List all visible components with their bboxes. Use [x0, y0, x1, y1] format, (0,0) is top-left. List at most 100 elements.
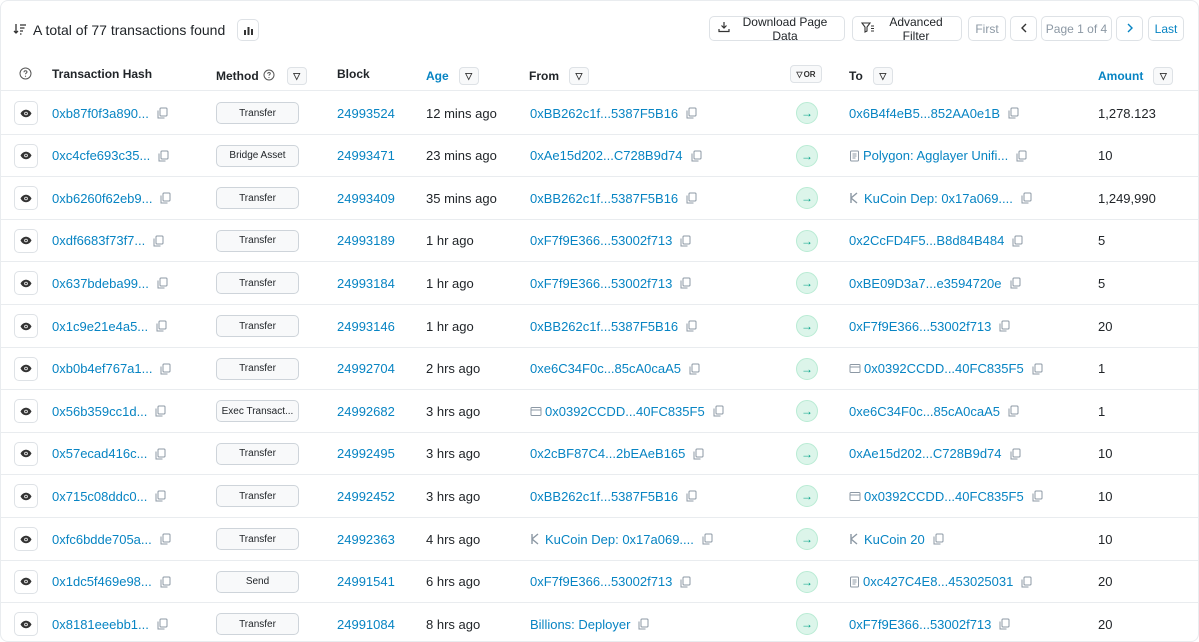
eye-icon[interactable] [14, 484, 38, 509]
copy-icon[interactable] [1032, 363, 1043, 375]
to-address-link[interactable]: 0xBE09D3a7...e3594720e [849, 276, 1002, 291]
transaction-hash-link[interactable]: 0x715c08ddc0... [52, 489, 147, 504]
chart-icon[interactable] [237, 19, 260, 41]
last-page-button[interactable]: Last [1148, 16, 1184, 41]
copy-icon[interactable] [680, 576, 691, 588]
copy-icon[interactable] [157, 277, 168, 289]
block-link[interactable]: 24993189 [337, 233, 395, 248]
method-filter-icon[interactable]: ▽ [286, 67, 307, 85]
copy-icon[interactable] [1021, 576, 1032, 588]
to-filter-icon[interactable]: ▽ [872, 67, 893, 85]
or-filter-button[interactable]: ▽ OR [790, 65, 822, 83]
block-link[interactable]: 24992704 [337, 361, 395, 376]
block-link[interactable]: 24992682 [337, 404, 395, 419]
copy-icon[interactable] [713, 405, 724, 417]
copy-icon[interactable] [160, 533, 171, 545]
or-filter-icon[interactable]: ▽ OR [790, 65, 822, 83]
copy-icon[interactable] [158, 150, 169, 162]
from-address-link[interactable]: 0xF7f9E366...53002f713 [530, 233, 672, 248]
block-link[interactable]: 24992495 [337, 446, 395, 461]
block-link[interactable]: 24993184 [337, 276, 395, 291]
copy-icon[interactable] [680, 235, 691, 247]
to-address-link[interactable]: 0x0392CCDD...40FC835F5 [864, 361, 1024, 376]
to-address-link[interactable]: 0xF7f9E366...53002f713 [849, 617, 991, 632]
transaction-hash-link[interactable]: 0x637bdeba99... [52, 276, 149, 291]
eye-icon[interactable] [14, 441, 38, 466]
eye-icon[interactable] [14, 314, 38, 338]
copy-icon[interactable] [1010, 448, 1021, 460]
copy-icon[interactable] [691, 150, 702, 162]
to-address-link[interactable]: 0x0392CCDD...40FC835F5 [864, 489, 1024, 504]
sort-icon[interactable] [13, 22, 27, 39]
download-page-data-button[interactable]: Download Page Data [709, 15, 845, 43]
copy-icon[interactable] [160, 192, 171, 204]
from-filter-icon[interactable]: ▽ [569, 67, 589, 85]
copy-icon[interactable] [689, 363, 700, 375]
copy-icon[interactable] [157, 618, 168, 630]
eye-icon[interactable] [14, 143, 38, 168]
next-page-button[interactable] [1116, 16, 1143, 41]
copy-icon[interactable] [933, 533, 944, 545]
column-amount-label[interactable]: Amount [1098, 69, 1143, 83]
from-address-link[interactable]: 0xAe15d202...C728B9d74 [530, 148, 683, 163]
block-link[interactable]: 24993146 [337, 319, 395, 334]
copy-icon[interactable] [1032, 490, 1043, 502]
from-address-link[interactable]: 0xF7f9E366...53002f713 [530, 574, 672, 589]
transaction-hash-link[interactable]: 0xc4cfe693c35... [52, 148, 150, 163]
previous-page-button[interactable] [1010, 16, 1037, 41]
copy-icon[interactable] [686, 192, 697, 204]
column-age-label[interactable]: Age [426, 69, 449, 83]
to-address-link[interactable]: 0xc427C4E8...453025031 [863, 574, 1013, 589]
copy-icon[interactable] [686, 490, 697, 502]
copy-icon[interactable] [160, 363, 171, 375]
to-address-link[interactable]: Polygon: Agglayer Unifi... [863, 148, 1008, 163]
from-address-link[interactable]: KuCoin Dep: 0x17a069.... [545, 532, 694, 547]
to-address-link[interactable]: KuCoin Dep: 0x17a069.... [864, 191, 1013, 206]
block-link[interactable]: 24991541 [337, 574, 395, 589]
transaction-hash-link[interactable]: 0x57ecad416c... [52, 446, 147, 461]
from-address-link[interactable]: Billions: Deployer [530, 617, 630, 632]
transaction-hash-link[interactable]: 0xb6260f62eb9... [52, 191, 152, 206]
to-address-link[interactable]: 0x2CcFD4F5...B8d84B484 [849, 233, 1004, 248]
copy-icon[interactable] [638, 618, 649, 630]
eye-icon[interactable] [14, 356, 38, 381]
from-address-link[interactable]: 0x2cBF87C4...2bEAeB165 [530, 446, 685, 461]
eye-icon[interactable] [14, 101, 38, 125]
to-address-link[interactable]: KuCoin 20 [864, 532, 925, 547]
copy-icon[interactable] [155, 490, 166, 502]
transaction-hash-link[interactable]: 0xfc6bdde705a... [52, 532, 152, 547]
copy-icon[interactable] [155, 448, 166, 460]
transaction-hash-link[interactable]: 0xdf6683f73f7... [52, 233, 145, 248]
to-address-link[interactable]: 0xAe15d202...C728B9d74 [849, 446, 1002, 461]
eye-icon[interactable] [14, 612, 38, 637]
from-address-link[interactable]: 0xBB262c1f...5387F5B16 [530, 191, 678, 206]
block-link[interactable]: 24993524 [337, 106, 395, 121]
to-address-link[interactable]: 0x6B4f4eB5...852AA0e1B [849, 106, 1000, 121]
from-address-link[interactable]: 0xBB262c1f...5387F5B16 [530, 106, 678, 121]
age-filter-icon[interactable]: ▽ [458, 67, 479, 85]
transaction-hash-link[interactable]: 0x56b359cc1d... [52, 404, 147, 419]
copy-icon[interactable] [999, 320, 1010, 332]
transaction-hash-link[interactable]: 0x1dc5f469e98... [52, 574, 152, 589]
to-address-link[interactable]: 0xF7f9E366...53002f713 [849, 319, 991, 334]
copy-icon[interactable] [1008, 405, 1019, 417]
transaction-hash-link[interactable]: 0xb0b4ef767a1... [52, 361, 152, 376]
to-address-link[interactable]: 0xe6C34F0c...85cA0caA5 [849, 404, 1000, 419]
block-link[interactable]: 24993409 [337, 191, 395, 206]
first-page-button[interactable]: First [968, 16, 1006, 41]
help-icon[interactable] [19, 67, 32, 80]
copy-icon[interactable] [1012, 235, 1023, 247]
block-link[interactable]: 24993471 [337, 148, 395, 163]
eye-icon[interactable] [14, 228, 38, 253]
transaction-hash-link[interactable]: 0x8181eeebb1... [52, 617, 149, 632]
copy-icon[interactable] [157, 107, 168, 119]
transaction-hash-link[interactable]: 0x1c9e21e4a5... [52, 319, 148, 334]
from-address-link[interactable]: 0x0392CCDD...40FC835F5 [545, 404, 705, 419]
from-address-link[interactable]: 0xe6C34F0c...85cA0caA5 [530, 361, 681, 376]
copy-icon[interactable] [686, 320, 697, 332]
from-address-link[interactable]: 0xF7f9E366...53002f713 [530, 276, 672, 291]
block-link[interactable]: 24992363 [337, 532, 395, 547]
from-address-link[interactable]: 0xBB262c1f...5387F5B16 [530, 319, 678, 334]
copy-icon[interactable] [680, 277, 691, 289]
eye-icon[interactable] [14, 271, 38, 296]
